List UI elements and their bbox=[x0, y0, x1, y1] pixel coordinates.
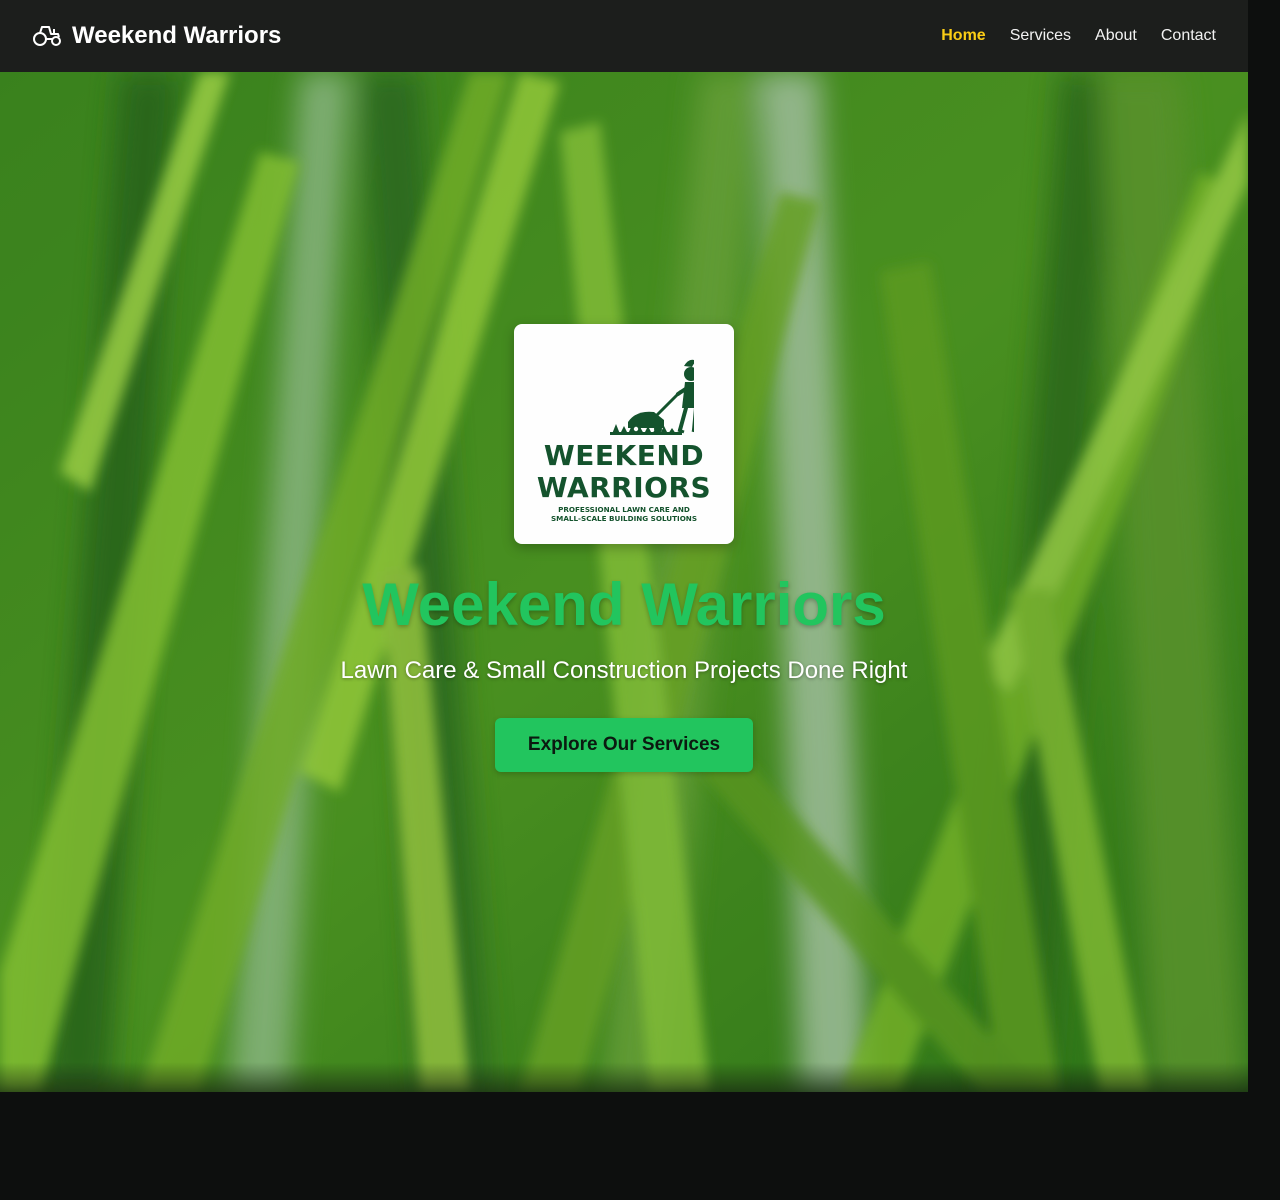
explore-services-button[interactable]: Explore Our Services bbox=[495, 718, 753, 772]
hero-title: Weekend Warriors bbox=[362, 571, 886, 638]
logo-tagline-line-1: PROFESSIONAL LAWN CARE AND bbox=[558, 505, 690, 514]
logo-wordmark-line-2: WARRIORS bbox=[536, 471, 712, 504]
tractor-icon bbox=[33, 26, 61, 46]
nav-link-about[interactable]: About bbox=[1095, 27, 1137, 45]
hero-bottom-fade bbox=[0, 1062, 1248, 1092]
top-navbar: Weekend Warriors Home Services About Con… bbox=[0, 0, 1248, 72]
nav-link-home[interactable]: Home bbox=[941, 27, 985, 45]
hero-content: WEEKEND WARRIORS PROFESSIONAL LAWN CARE … bbox=[0, 324, 1248, 772]
hero-subtitle: Lawn Care & Small Construction Projects … bbox=[340, 657, 908, 684]
company-logo: WEEKEND WARRIORS PROFESSIONAL LAWN CARE … bbox=[514, 324, 734, 544]
page-right-gutter bbox=[1248, 0, 1280, 1092]
nav-link-services[interactable]: Services bbox=[1010, 27, 1071, 45]
logo-tagline: PROFESSIONAL LAWN CARE AND SMALL-SCALE B… bbox=[534, 505, 714, 523]
page: Weekend Warriors Home Services About Con… bbox=[0, 0, 1280, 1200]
logo-wordmark-line-1: WEEKEND bbox=[543, 439, 705, 472]
hero-section: WEEKEND WARRIORS PROFESSIONAL LAWN CARE … bbox=[0, 72, 1248, 1092]
nav-link-contact[interactable]: Contact bbox=[1161, 27, 1216, 45]
brand-name: Weekend Warriors bbox=[72, 22, 282, 49]
logo-tagline-line-2: SMALL-SCALE BUILDING SOLUTIONS bbox=[551, 514, 697, 523]
nav-links: Home Services About Contact bbox=[941, 27, 1216, 45]
brand-link[interactable]: Weekend Warriors bbox=[32, 22, 281, 50]
spartan-mowing-icon bbox=[610, 359, 694, 435]
